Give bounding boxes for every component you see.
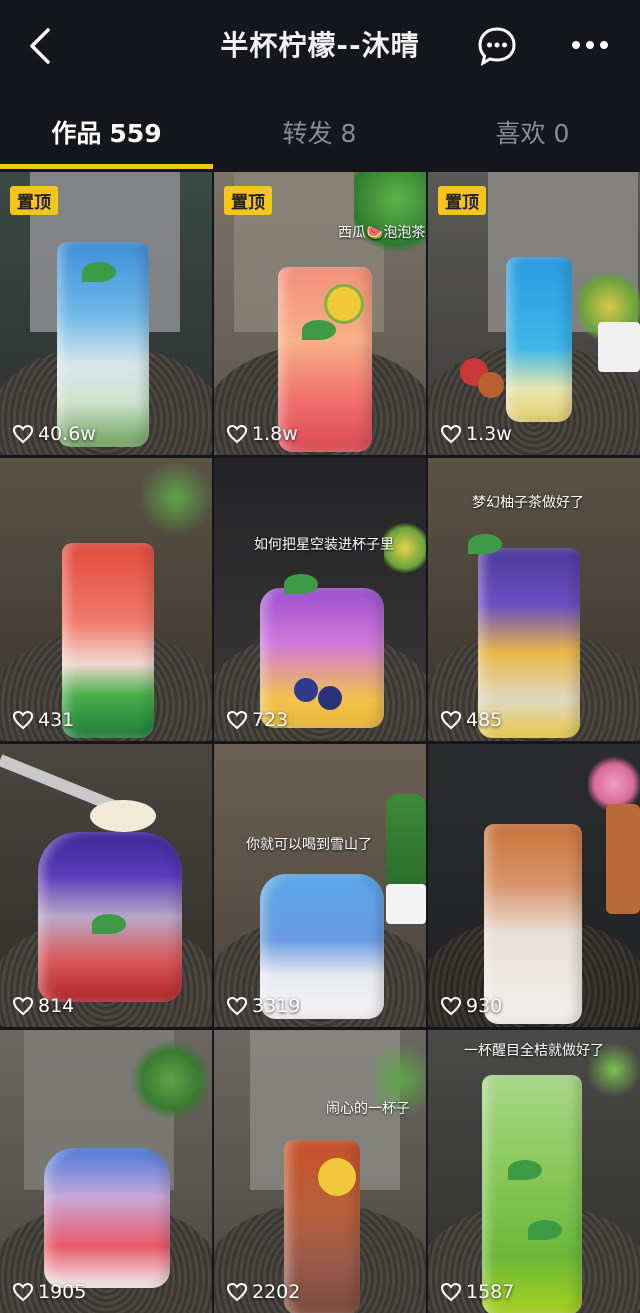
heart-icon xyxy=(12,424,34,444)
tab-reposts-count: 8 xyxy=(340,119,357,148)
video-caption: 梦幻柚子茶做好了 xyxy=(472,495,584,511)
message-icon[interactable] xyxy=(476,25,518,67)
profile-tabs: 作品 559 转发 8 喜欢 0 xyxy=(0,92,640,172)
heart-icon xyxy=(12,1282,34,1302)
like-count: 40.6w xyxy=(12,423,96,445)
tab-reposts[interactable]: 转发 8 xyxy=(213,92,426,172)
video-thumbnail[interactable]: 814 xyxy=(0,744,212,1027)
tab-likes-label: 喜欢 xyxy=(495,119,546,148)
tab-reposts-label: 转发 xyxy=(282,119,333,148)
like-count-value: 485 xyxy=(466,709,503,731)
video-caption: 如何把星空装进杯子里 xyxy=(254,537,394,553)
heart-icon xyxy=(440,710,462,730)
heart-icon xyxy=(440,1282,462,1302)
like-count-value: 814 xyxy=(38,995,75,1017)
video-caption: 闹心的一杯子 xyxy=(326,1101,410,1117)
like-count-value: 723 xyxy=(252,709,289,731)
video-thumbnail[interactable]: 你就可以喝到雪山了 3319 xyxy=(214,744,426,1027)
like-count-value: 40.6w xyxy=(38,423,96,445)
video-thumbnail[interactable]: 1905 xyxy=(0,1030,212,1313)
video-thumbnail[interactable]: 置顶 40.6w xyxy=(0,172,212,455)
like-count-value: 1.3w xyxy=(466,423,512,445)
video-thumbnail[interactable]: 西瓜🍉泡泡茶 置顶 1.8w xyxy=(214,172,426,455)
like-count-value: 431 xyxy=(38,709,75,731)
active-tab-indicator xyxy=(0,164,213,169)
video-thumbnail[interactable]: 如何把星空装进杯子里 723 xyxy=(214,458,426,741)
like-count-value: 1905 xyxy=(38,1281,87,1303)
like-count: 2202 xyxy=(226,1281,300,1303)
like-count: 930 xyxy=(440,995,502,1017)
tab-works[interactable]: 作品 559 xyxy=(0,92,213,172)
heart-icon xyxy=(12,996,34,1016)
like-count: 1587 xyxy=(440,1281,514,1303)
like-count: 723 xyxy=(226,709,288,731)
like-count: 1.8w xyxy=(226,423,298,445)
tab-likes-count: 0 xyxy=(553,119,570,148)
pinned-badge: 置顶 xyxy=(224,186,272,215)
video-caption: 你就可以喝到雪山了 xyxy=(246,837,372,853)
heart-icon xyxy=(226,1282,248,1302)
like-count-value: 1587 xyxy=(466,1281,515,1303)
tab-works-label: 作品 xyxy=(51,119,102,148)
like-count: 3319 xyxy=(226,995,300,1017)
tab-likes[interactable]: 喜欢 0 xyxy=(426,92,639,172)
top-nav-bar: 半杯柠檬--沐晴 xyxy=(0,0,640,92)
heart-icon xyxy=(226,710,248,730)
video-thumbnail[interactable]: 一杯醒目全桔就做好了 1587 xyxy=(428,1030,640,1313)
pinned-badge: 置顶 xyxy=(438,186,486,215)
like-count-value: 3319 xyxy=(252,995,301,1017)
like-count: 431 xyxy=(12,709,74,731)
video-thumbnail[interactable]: 梦幻柚子茶做好了 485 xyxy=(428,458,640,741)
heart-icon xyxy=(440,424,462,444)
video-caption: 一杯醒目全桔就做好了 xyxy=(464,1043,604,1059)
heart-icon xyxy=(226,996,248,1016)
like-count: 1905 xyxy=(12,1281,86,1303)
like-count-value: 2202 xyxy=(252,1281,301,1303)
video-thumbnail[interactable]: 930 xyxy=(428,744,640,1027)
video-thumbnail[interactable]: 置顶 1.3w xyxy=(428,172,640,455)
video-thumbnail[interactable]: 431 xyxy=(0,458,212,741)
like-count-value: 930 xyxy=(466,995,503,1017)
video-thumbnail[interactable]: 闹心的一杯子 2202 xyxy=(214,1030,426,1313)
pinned-badge: 置顶 xyxy=(10,186,58,215)
profile-title: 半杯柠檬--沐晴 xyxy=(220,29,420,62)
heart-icon xyxy=(226,424,248,444)
video-caption: 西瓜🍉泡泡茶 xyxy=(338,225,426,241)
heart-icon xyxy=(12,710,34,730)
like-count: 485 xyxy=(440,709,502,731)
like-count: 1.3w xyxy=(440,423,512,445)
tab-works-count: 559 xyxy=(109,119,162,148)
like-count-value: 1.8w xyxy=(252,423,298,445)
like-count: 814 xyxy=(12,995,74,1017)
heart-icon xyxy=(440,996,462,1016)
more-options-icon[interactable] xyxy=(568,30,612,60)
